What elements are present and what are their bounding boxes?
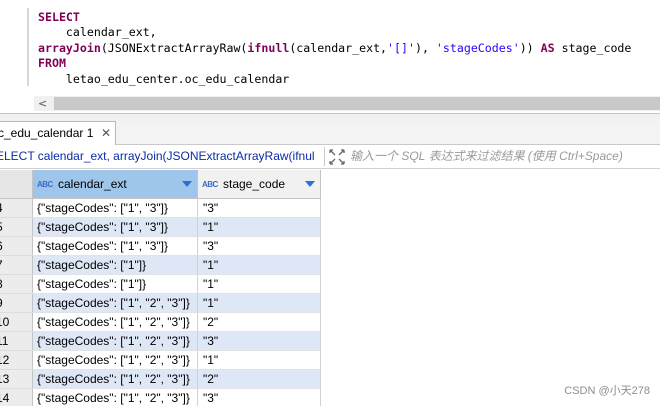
cell-calendar-ext[interactable]: {"stageCodes": ["1", "2", "3"]} bbox=[33, 389, 198, 406]
sql-string: '[]' bbox=[387, 40, 415, 55]
sql-keyword: FROM bbox=[38, 56, 66, 71]
cell-stage-code[interactable]: "1" bbox=[198, 351, 321, 370]
sql-string: 'stageCodes' bbox=[435, 40, 520, 55]
cell-calendar-ext[interactable]: {"stageCodes": ["1", "2", "3"]} bbox=[33, 370, 198, 389]
table-row[interactable]: 5{"stageCodes": ["1", "3"]}"1" bbox=[0, 218, 321, 237]
cell-calendar-ext[interactable]: {"stageCodes": ["1", "2", "3"]} bbox=[33, 332, 198, 351]
cell-stage-code[interactable]: "3" bbox=[198, 237, 321, 256]
cell-stage-code[interactable]: "2" bbox=[198, 313, 321, 332]
sql-text: ), bbox=[414, 40, 436, 55]
cell-stage-code[interactable]: "3" bbox=[198, 389, 321, 406]
sql-line: calendar_ext, bbox=[38, 25, 631, 40]
results-grid: ABC calendar_ext ABC stage_code 4{"stage… bbox=[0, 170, 660, 406]
cell-stage-code[interactable]: "1" bbox=[198, 294, 321, 313]
panel-splitter[interactable] bbox=[0, 113, 660, 121]
sql-keyword: SELECT bbox=[38, 10, 80, 24]
row-number[interactable]: 13 bbox=[0, 370, 33, 389]
table-row[interactable]: 4{"stageCodes": ["1", "3"]}"3" bbox=[0, 199, 321, 218]
expand-icon[interactable] bbox=[329, 149, 345, 165]
row-number[interactable]: 4 bbox=[0, 199, 33, 218]
sql-text: letao_edu_center.oc_edu_calendar bbox=[38, 71, 290, 86]
row-number[interactable]: 9 bbox=[0, 294, 33, 313]
row-number[interactable]: 6 bbox=[0, 237, 33, 256]
row-number[interactable]: 5 bbox=[0, 218, 33, 237]
sql-editor[interactable]: SELECT calendar_ext, arrayJoin(JSONExtrac… bbox=[0, 0, 660, 96]
sql-keyword: arrayJoin bbox=[38, 40, 101, 55]
sort-dropdown-icon[interactable] bbox=[305, 181, 315, 187]
column-label: stage_code bbox=[223, 177, 286, 191]
cell-calendar-ext[interactable]: {"stageCodes": ["1", "3"]} bbox=[33, 218, 198, 237]
row-number[interactable]: 12 bbox=[0, 351, 33, 370]
sort-dropdown-icon[interactable] bbox=[182, 181, 192, 187]
cell-calendar-ext[interactable]: {"stageCodes": ["1"]} bbox=[33, 275, 198, 294]
table-row[interactable]: 6{"stageCodes": ["1", "3"]}"3" bbox=[0, 237, 321, 256]
results-tab-bar: c_edu_calendar 1 ✕ bbox=[0, 121, 660, 145]
row-number[interactable]: 14 bbox=[0, 389, 33, 406]
sql-keyword: ifnull bbox=[247, 40, 290, 55]
text-type-icon: ABC bbox=[37, 180, 53, 189]
sql-text: calendar_ext, bbox=[38, 25, 157, 40]
column-header-calendar-ext[interactable]: ABC calendar_ext bbox=[33, 170, 198, 199]
cell-stage-code[interactable]: "1" bbox=[198, 275, 321, 294]
cell-calendar-ext[interactable]: {"stageCodes": ["1", "2", "3"]} bbox=[33, 313, 198, 332]
table-row[interactable]: 7{"stageCodes": ["1"]}"1" bbox=[0, 256, 321, 275]
table-row[interactable]: 14{"stageCodes": ["1", "2", "3"]}"3" bbox=[0, 389, 321, 406]
sql-keyword: AS bbox=[540, 40, 555, 55]
sql-line: arrayJoin(JSONExtractArrayRaw(ifnull(cal… bbox=[38, 41, 631, 56]
cell-stage-code[interactable]: "1" bbox=[198, 218, 321, 237]
current-query-text: ELECT calendar_ext, arrayJoin(JSONExtrac… bbox=[0, 149, 315, 163]
row-number[interactable]: 8 bbox=[0, 275, 33, 294]
cell-stage-code[interactable]: "1" bbox=[198, 256, 321, 275]
sql-line: FROM bbox=[38, 56, 631, 71]
editor-horizontal-scrollbar[interactable]: < bbox=[34, 96, 660, 111]
tab-results-label: c_edu_calendar 1 bbox=[0, 126, 94, 140]
cell-calendar-ext[interactable]: {"stageCodes": ["1"]} bbox=[33, 256, 198, 275]
table-row[interactable]: 12{"stageCodes": ["1", "2", "3"]}"1" bbox=[0, 351, 321, 370]
sql-line: SELECT bbox=[38, 10, 631, 25]
sql-text: (JSONExtractArrayRaw( bbox=[100, 40, 248, 55]
watermark: CSDN @小天278 bbox=[564, 385, 650, 397]
sql-text: )) bbox=[519, 40, 541, 55]
column-label: calendar_ext bbox=[58, 177, 127, 191]
cell-calendar-ext[interactable]: {"stageCodes": ["1", "3"]} bbox=[33, 199, 198, 218]
close-icon[interactable]: ✕ bbox=[101, 122, 111, 144]
cell-calendar-ext[interactable]: {"stageCodes": ["1", "2", "3"]} bbox=[33, 351, 198, 370]
sql-code[interactable]: SELECT calendar_ext, arrayJoin(JSONExtrac… bbox=[38, 10, 631, 87]
scroll-left-icon[interactable]: < bbox=[38, 96, 47, 111]
sql-text: (calendar_ext, bbox=[289, 40, 388, 55]
filter-divider bbox=[324, 147, 325, 166]
filter-input[interactable]: 输入一个 SQL 表达式来过滤结果 (使用 Ctrl+Space) bbox=[350, 145, 623, 168]
text-type-icon: ABC bbox=[202, 180, 218, 189]
table-row[interactable]: 11{"stageCodes": ["1", "2", "3"]}"3" bbox=[0, 332, 321, 351]
cell-calendar-ext[interactable]: {"stageCodes": ["1", "3"]} bbox=[33, 237, 198, 256]
table-row[interactable]: 9{"stageCodes": ["1", "2", "3"]}"1" bbox=[0, 294, 321, 313]
row-number[interactable]: 10 bbox=[0, 313, 33, 332]
table-row[interactable]: 13{"stageCodes": ["1", "2", "3"]}"2" bbox=[0, 370, 321, 389]
grid-empty-area bbox=[321, 199, 660, 406]
column-header-stage-code[interactable]: ABC stage_code bbox=[198, 170, 321, 199]
table-row[interactable]: 10{"stageCodes": ["1", "2", "3"]}"2" bbox=[0, 313, 321, 332]
sql-text: stage_code bbox=[554, 40, 632, 55]
editor-block-marker bbox=[27, 8, 29, 86]
scrollbar-thumb[interactable] bbox=[54, 97, 660, 110]
cell-stage-code[interactable]: "3" bbox=[198, 199, 321, 218]
row-number[interactable]: 11 bbox=[0, 332, 33, 351]
table-row[interactable]: 8{"stageCodes": ["1"]}"1" bbox=[0, 275, 321, 294]
row-number[interactable]: 7 bbox=[0, 256, 33, 275]
cell-stage-code[interactable]: "2" bbox=[198, 370, 321, 389]
row-number-header[interactable] bbox=[0, 170, 33, 199]
tab-results[interactable]: c_edu_calendar 1 ✕ bbox=[0, 121, 116, 145]
cell-stage-code[interactable]: "3" bbox=[198, 332, 321, 351]
cell-calendar-ext[interactable]: {"stageCodes": ["1", "2", "3"]} bbox=[33, 294, 198, 313]
sql-line: letao_edu_center.oc_edu_calendar bbox=[38, 72, 631, 87]
filter-bar: ELECT calendar_ext, arrayJoin(JSONExtrac… bbox=[0, 145, 660, 169]
